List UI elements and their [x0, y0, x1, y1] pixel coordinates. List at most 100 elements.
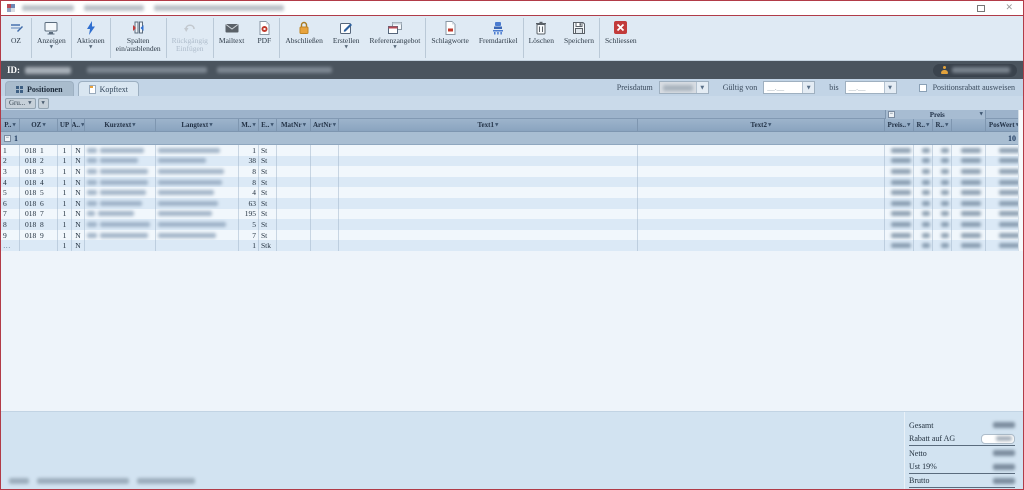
bis-combo[interactable]: __.__ ▼ [845, 81, 897, 94]
cell-matnr[interactable] [277, 145, 311, 156]
cell-text1[interactable] [339, 198, 638, 209]
oz-button[interactable]: OZ [1, 16, 31, 60]
column-header-kurz[interactable]: Kurztext▼ [85, 119, 156, 131]
cell-up[interactable]: 1 [58, 145, 72, 156]
cell-preis[interactable] [885, 219, 914, 230]
cell-r1[interactable] [914, 230, 933, 241]
cell-r2[interactable] [933, 198, 952, 209]
cell-text2[interactable] [638, 177, 885, 188]
column-header-r1[interactable]: R..▼ [914, 119, 933, 131]
referenzangebot-button[interactable]: Referenzangebot▼ [365, 16, 426, 60]
positionsrabatt-checkbox[interactable] [919, 84, 927, 92]
cell-x[interactable] [952, 198, 986, 209]
cell-text1[interactable] [339, 145, 638, 156]
cell-matnr[interactable] [277, 156, 311, 167]
filter-icon[interactable]: ▼ [81, 123, 84, 128]
table-row[interactable]: 9018 91N7St [1, 230, 1023, 241]
cell-text2[interactable] [638, 145, 885, 156]
cell-text2[interactable] [638, 187, 885, 198]
cell-text1[interactable] [339, 156, 638, 167]
cell-artnr[interactable] [311, 145, 339, 156]
cell-e[interactable]: St [259, 219, 277, 230]
cell-a[interactable]: N [72, 156, 85, 167]
table-row[interactable]: 7018 71N195St [1, 209, 1023, 220]
table-row[interactable]: 3018 31N8St [1, 166, 1023, 177]
cell-text1[interactable] [339, 166, 638, 177]
cell-lang[interactable] [156, 156, 239, 167]
gueltig-von-combo[interactable]: __.__ ▼ [763, 81, 815, 94]
cell-lang[interactable] [156, 177, 239, 188]
cell-up[interactable]: 1 [58, 166, 72, 177]
cell-text1[interactable] [339, 219, 638, 230]
cell-artnr[interactable] [311, 156, 339, 167]
cell-p[interactable]: … [1, 240, 20, 251]
cell-lang[interactable] [156, 145, 239, 156]
cell-x[interactable] [952, 240, 986, 251]
löschen-button[interactable]: Löschen [524, 16, 559, 60]
column-header-a[interactable]: A..▼ [72, 119, 85, 131]
pdf-button[interactable]: PDF [249, 16, 279, 60]
aktionen-button[interactable]: Aktionen▼ [72, 16, 110, 60]
cell-r1[interactable] [914, 166, 933, 177]
cell-kurz[interactable] [85, 198, 156, 209]
table-row[interactable]: 5018 51N4St [1, 187, 1023, 198]
column-header-x[interactable] [952, 119, 986, 131]
cell-x[interactable] [952, 145, 986, 156]
column-header-artnr[interactable]: ArtNr▼ [311, 119, 339, 131]
cell-up[interactable]: 1 [58, 177, 72, 188]
cell-e[interactable]: St [259, 198, 277, 209]
cell-r2[interactable] [933, 209, 952, 220]
cell-up[interactable]: 1 [58, 187, 72, 198]
cell-m[interactable]: 1 [239, 145, 259, 156]
cell-oz[interactable]: 018 1 [20, 145, 58, 156]
filter-icon[interactable]: ▼ [768, 123, 771, 128]
cell-r2[interactable] [933, 177, 952, 188]
cell-r2[interactable] [933, 219, 952, 230]
tab-positionen[interactable]: Positionen [5, 81, 74, 96]
table-row[interactable]: 2018 21N38St [1, 156, 1023, 167]
maximize-button[interactable] [977, 5, 985, 12]
filter-icon[interactable]: ▼ [333, 123, 336, 128]
cell-text1[interactable] [339, 230, 638, 241]
collapse-group-icon[interactable]: − [4, 135, 11, 142]
cell-matnr[interactable] [277, 240, 311, 251]
cell-a[interactable]: N [72, 209, 85, 220]
cell-lang[interactable] [156, 198, 239, 209]
cell-matnr[interactable] [277, 187, 311, 198]
column-header-text2[interactable]: Text2▼ [638, 119, 885, 131]
tab-kopftext[interactable]: Kopftext [78, 81, 139, 96]
cell-kurz[interactable] [85, 177, 156, 188]
erstellen-button[interactable]: Erstellen▼ [328, 16, 365, 60]
cell-lang[interactable] [156, 230, 239, 241]
cell-lang[interactable] [156, 166, 239, 177]
cell-preis[interactable] [885, 187, 914, 198]
cell-text1[interactable] [339, 209, 638, 220]
cell-x[interactable] [952, 156, 986, 167]
filter-icon[interactable]: ▼ [926, 123, 929, 128]
cell-a[interactable]: N [72, 145, 85, 156]
cell-a[interactable]: N [72, 198, 85, 209]
cell-a[interactable]: N [72, 240, 85, 251]
cell-matnr[interactable] [277, 177, 311, 188]
cell-x[interactable] [952, 230, 986, 241]
cell-p[interactable]: 7 [1, 209, 20, 220]
cell-r1[interactable] [914, 187, 933, 198]
filter-icon[interactable]: ▼ [495, 123, 498, 128]
cell-text1[interactable] [339, 187, 638, 198]
cell-r1[interactable] [914, 240, 933, 251]
collapse-band-icon[interactable]: − [888, 111, 895, 118]
anzeigen-button[interactable]: Anzeigen▼ [32, 16, 71, 60]
cell-x[interactable] [952, 187, 986, 198]
cell-e[interactable]: St [259, 166, 277, 177]
cell-kurz[interactable] [85, 187, 156, 198]
cell-a[interactable]: N [72, 230, 85, 241]
cell-r1[interactable] [914, 156, 933, 167]
cell-m[interactable]: 195 [239, 209, 259, 220]
column-header-e[interactable]: E..▼ [259, 119, 277, 131]
schlagworte-button[interactable]: Schlagworte [426, 16, 474, 60]
cell-x[interactable] [952, 209, 986, 220]
cell-artnr[interactable] [311, 198, 339, 209]
group-filter-button[interactable]: ▼ [38, 98, 49, 109]
group-row[interactable]: − 1 10 [1, 132, 1023, 145]
cell-r1[interactable] [914, 209, 933, 220]
